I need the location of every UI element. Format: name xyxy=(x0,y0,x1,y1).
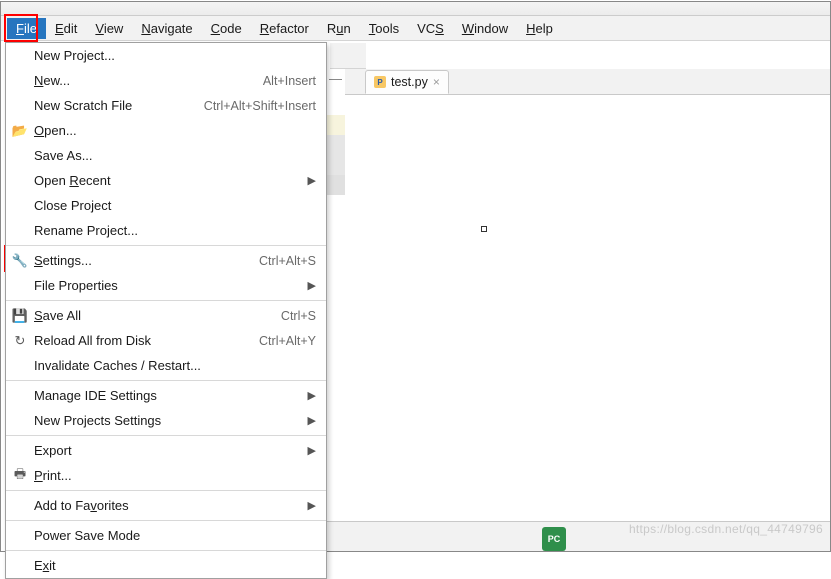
breadcrumb-area xyxy=(330,43,366,69)
editor-tab-test-py[interactable]: P test.py × xyxy=(365,70,449,94)
editor-tab-bar: P test.py × xyxy=(345,69,830,95)
ide-badge-icon: PC xyxy=(542,527,566,551)
separator xyxy=(6,520,326,521)
submenu-icon: ▶ xyxy=(308,279,316,292)
menu-item-open-recent[interactable]: Open Recent▶ xyxy=(6,168,326,193)
close-icon[interactable]: × xyxy=(433,75,440,89)
file-menu-dropdown: New Project... New...Alt+Insert New Scra… xyxy=(5,42,327,579)
menu-item-invalidate[interactable]: Invalidate Caches / Restart... xyxy=(6,353,326,378)
separator xyxy=(6,300,326,301)
menu-item-print[interactable]: 🖶Print... xyxy=(6,463,326,488)
editor-area[interactable] xyxy=(345,95,830,518)
menu-item-save-as[interactable]: Save As... xyxy=(6,143,326,168)
print-icon: 🖶 xyxy=(12,468,28,484)
submenu-icon: ▶ xyxy=(308,414,316,427)
submenu-icon: ▶ xyxy=(308,174,316,187)
menu-item-new[interactable]: New...Alt+Insert xyxy=(6,68,326,93)
save-icon: 💾 xyxy=(12,308,28,324)
submenu-icon: ▶ xyxy=(308,389,316,402)
submenu-icon: ▶ xyxy=(308,444,316,457)
menu-item-new-project[interactable]: New Project... xyxy=(6,43,326,68)
folder-icon: 📂 xyxy=(12,123,28,139)
python-file-icon: P xyxy=(374,76,386,88)
wrench-icon: 🔧 xyxy=(12,253,28,269)
menu-item-exit[interactable]: Exit xyxy=(6,553,326,578)
menu-item-reload[interactable]: ↻Reload All from DiskCtrl+Alt+Y xyxy=(6,328,326,353)
editor-tab-label: test.py xyxy=(391,75,428,89)
menu-item-rename-project[interactable]: Rename Project... xyxy=(6,218,326,243)
menu-item-new-scratch[interactable]: New Scratch FileCtrl+Alt+Shift+Insert xyxy=(6,93,326,118)
separator xyxy=(6,435,326,436)
menu-item-open[interactable]: 📂Open... xyxy=(6,118,326,143)
caret-icon xyxy=(481,226,487,232)
separator xyxy=(6,380,326,381)
minimize-tool-window-icon[interactable]: — xyxy=(327,69,344,87)
separator xyxy=(6,490,326,491)
menu-item-manage-ide[interactable]: Manage IDE Settings▶ xyxy=(6,383,326,408)
menu-item-settings[interactable]: 🔧Settings...Ctrl+Alt+S xyxy=(6,248,326,273)
separator xyxy=(6,245,326,246)
menu-item-close-project[interactable]: Close Project xyxy=(6,193,326,218)
watermark: https://blog.csdn.net/qq_44749796 xyxy=(629,522,823,536)
menu-item-add-favorites[interactable]: Add to Favorites▶ xyxy=(6,493,326,518)
menu-item-new-projects-settings[interactable]: New Projects Settings▶ xyxy=(6,408,326,433)
reload-icon: ↻ xyxy=(12,333,28,349)
menu-item-export[interactable]: Export▶ xyxy=(6,438,326,463)
menu-item-power-save[interactable]: Power Save Mode xyxy=(6,523,326,548)
menu-item-save-all[interactable]: 💾Save AllCtrl+S xyxy=(6,303,326,328)
submenu-icon: ▶ xyxy=(308,499,316,512)
menu-item-file-properties[interactable]: File Properties▶ xyxy=(6,273,326,298)
